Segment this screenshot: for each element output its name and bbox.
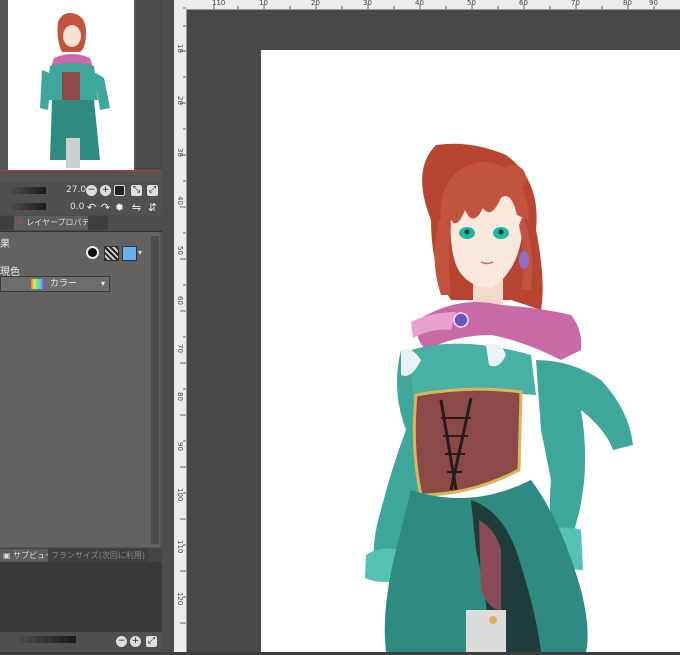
h-ruler-label: 20 bbox=[311, 0, 320, 7]
rotate-right-icon[interactable]: ↷ bbox=[100, 202, 111, 213]
fit-screen-icon[interactable]: ⤢ bbox=[146, 636, 157, 647]
rotate-slider[interactable] bbox=[0, 203, 46, 210]
navigator-zoom-row: 27.0 − + ⤡ ⤢ bbox=[0, 182, 162, 199]
color-mode-icon bbox=[31, 279, 43, 289]
h-ruler-label: 10 bbox=[259, 0, 268, 7]
v-ruler-label: 70 bbox=[176, 344, 184, 353]
v-ruler-label: 110 bbox=[176, 540, 184, 554]
v-ruler-label: 100 bbox=[176, 488, 184, 502]
h-ruler-label: 80 bbox=[623, 0, 632, 7]
navigator-thumbnail bbox=[40, 13, 110, 168]
chevron-down-icon: ▾ bbox=[100, 279, 105, 288]
h-ruler-label: 90 bbox=[649, 0, 658, 7]
layer-color-icon[interactable] bbox=[122, 246, 137, 261]
bottom-tab-bar: ▣ サブビュー フランサイズ(次回に利用) bbox=[0, 548, 162, 563]
display-color-select[interactable]: カラー ▾ bbox=[0, 276, 110, 292]
tab-next[interactable] bbox=[88, 216, 108, 230]
navigator-view-line bbox=[0, 170, 162, 171]
layer-property-panel: 果 ▾ 現色 カラー ▾ bbox=[0, 232, 160, 547]
h-ruler-label: 40 bbox=[415, 0, 424, 7]
navigator-rotate-row: 0.0 ↶ ↷ ✹ ⇋ ⇵ bbox=[0, 199, 162, 216]
h-ruler-label: 50 bbox=[467, 0, 476, 7]
navigator-scrollbar[interactable] bbox=[136, 0, 162, 170]
property-scrollbar[interactable] bbox=[151, 236, 159, 544]
fit-screen-icon[interactable]: ⤡ bbox=[131, 185, 142, 196]
zoom-out-icon[interactable]: − bbox=[86, 185, 97, 196]
character-illustration bbox=[365, 143, 633, 652]
h-ruler-label: 30 bbox=[363, 0, 372, 7]
canvas-paper[interactable] bbox=[261, 50, 680, 652]
zoom-value: 27.0 bbox=[66, 185, 87, 195]
v-ruler-label: 40 bbox=[176, 196, 184, 205]
v-ruler-label: 50 bbox=[176, 246, 184, 255]
effect-label: 果 bbox=[0, 239, 10, 250]
rotation-value: 0.0 bbox=[70, 202, 85, 212]
v-ruler-label: 20 bbox=[176, 96, 184, 105]
subview-toolbar: − + ⤢ bbox=[0, 632, 162, 652]
zoom-out-icon[interactable]: − bbox=[116, 636, 127, 647]
h-ruler-label: 110 bbox=[212, 0, 226, 7]
v-ruler-label: 30 bbox=[176, 148, 184, 157]
subview-panel bbox=[0, 562, 162, 632]
v-ruler-label: 80 bbox=[176, 392, 184, 401]
chevron-down-icon[interactable]: ▾ bbox=[138, 248, 142, 257]
zoom-in-icon[interactable]: + bbox=[130, 636, 141, 647]
rotate-left-icon[interactable]: ↶ bbox=[86, 202, 97, 213]
color-mode-value: カラー bbox=[49, 279, 77, 289]
tab-other-label: フランサイズ(次回に利用) bbox=[51, 551, 146, 560]
v-ruler-label: 60 bbox=[176, 296, 184, 305]
tab-layer-property-label: レイヤープロパティ bbox=[26, 218, 98, 227]
flip-horizontal-icon[interactable]: ⇋ bbox=[131, 202, 142, 213]
actual-size-icon[interactable] bbox=[114, 185, 125, 196]
tone-effect-icon[interactable] bbox=[104, 246, 119, 261]
v-ruler-label: 120 bbox=[176, 592, 184, 606]
v-ruler-label: 90 bbox=[176, 442, 184, 451]
h-ruler-label: 60 bbox=[519, 0, 528, 7]
panel-tab-bar: ✎ レイヤープロパティ bbox=[0, 215, 162, 232]
fit-window-icon[interactable]: ⤢ bbox=[147, 185, 158, 196]
panel-separator[interactable] bbox=[162, 0, 174, 652]
zoom-slider[interactable] bbox=[0, 187, 46, 194]
subview-icon: ▣ bbox=[3, 551, 11, 560]
border-effect-icon[interactable] bbox=[86, 246, 99, 259]
v-ruler-label: 10 bbox=[176, 44, 184, 53]
h-ruler-label: 70 bbox=[571, 0, 580, 7]
subview-zoom-slider[interactable] bbox=[0, 636, 76, 643]
reset-rotation-icon[interactable]: ✹ bbox=[114, 202, 125, 213]
navigator-preview[interactable] bbox=[8, 0, 134, 170]
brush-icon: ✎ bbox=[17, 218, 24, 227]
flip-vertical-icon[interactable]: ⇵ bbox=[147, 202, 158, 213]
zoom-in-icon[interactable]: + bbox=[100, 185, 111, 196]
tab-other[interactable]: フランサイズ(次回に利用) bbox=[48, 549, 149, 563]
